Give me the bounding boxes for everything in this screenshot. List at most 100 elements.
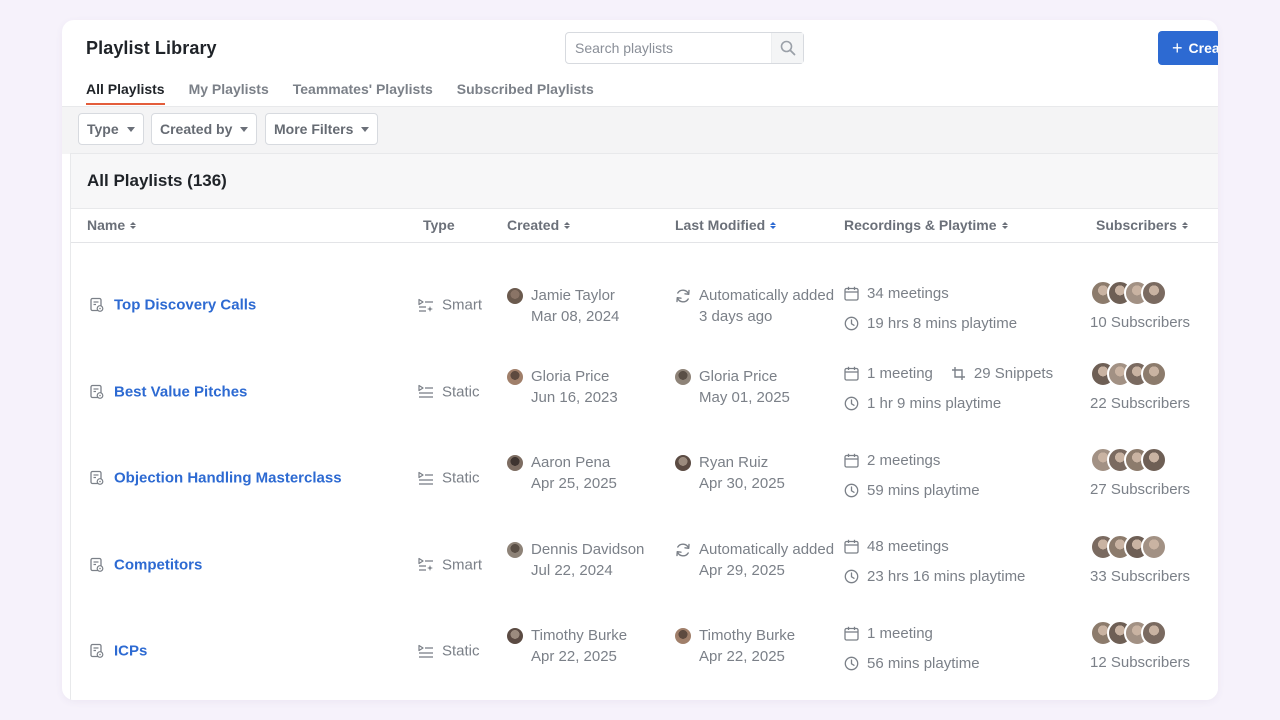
column-subscribers[interactable]: Subscribers	[1096, 217, 1188, 233]
playlist-type-label: Smart	[442, 296, 483, 314]
subscribers-count: 27 Subscribers	[1090, 481, 1191, 498]
type-filter-dropdown[interactable]: Type	[78, 113, 144, 145]
modified-date: 3 days ago	[699, 308, 773, 325]
subscriber-avatar-stack[interactable]	[1090, 360, 1190, 387]
column-last-modified-label: Last Modified	[675, 217, 766, 233]
subscriber-avatar-stack[interactable]	[1090, 533, 1190, 560]
clock-icon	[844, 316, 859, 331]
search-box[interactable]	[565, 32, 804, 64]
create-playlist-button[interactable]: + Crea	[1158, 31, 1218, 65]
playlist-name-cell: Best Value Pitches	[90, 383, 247, 400]
subscriber-avatar	[1141, 447, 1167, 473]
snippet-crop-icon	[951, 366, 966, 381]
subscriber-avatar-stack[interactable]	[1090, 280, 1190, 306]
search-input[interactable]	[566, 33, 771, 63]
column-recordings-playtime[interactable]: Recordings & Playtime	[844, 217, 1008, 233]
playlist-name-cell: Top Discovery Calls	[90, 297, 256, 314]
playlist-type-cell: Static	[418, 470, 480, 487]
modified-date: May 01, 2025	[699, 388, 790, 406]
modified-by: Automatically added	[699, 540, 835, 558]
column-name[interactable]: Name	[87, 217, 137, 233]
last-modified-cell: Gloria Price May 01, 2025	[675, 367, 790, 406]
created-cell: Aaron Pena Apr 25, 2025	[507, 455, 617, 492]
last-modified-cell: Timothy Burke Apr 22, 2025	[675, 628, 795, 665]
playtime: 23 hrs 16 mins playtime	[867, 568, 1026, 585]
table-row[interactable]: Top Discovery Calls Smart Jamie Taylor M…	[71, 262, 1218, 349]
tab-subscribed-playlists[interactable]: Subscribed Playlists	[457, 81, 594, 105]
playlist-name-cell: Objection Handling Masterclass	[90, 470, 342, 487]
playlist-type-cell: Smart	[418, 297, 482, 314]
created-date: Mar 08, 2024	[531, 308, 620, 325]
subscribers-cell: 27 Subscribers	[1090, 447, 1190, 498]
recordings-playtime-cell: 2 meetings 59 mins playtime	[844, 451, 980, 499]
column-subscribers-label: Subscribers	[1096, 217, 1177, 233]
avatar	[675, 368, 691, 385]
page-title: Playlist Library	[86, 38, 217, 58]
created-by-name: Aaron Pena	[531, 454, 611, 471]
modified-by: Gloria Price	[699, 367, 778, 385]
playlist-tabs: All Playlists My Playlists Teammates' Pl…	[86, 81, 594, 105]
playlist-name-link[interactable]: Objection Handling Masterclass	[114, 470, 342, 487]
subscribers-count: 33 Subscribers	[1090, 567, 1191, 585]
playlist-name-link[interactable]: ICPs	[114, 643, 147, 660]
column-type-label: Type	[423, 217, 455, 233]
tab-all-playlists[interactable]: All Playlists	[86, 81, 165, 105]
playlist-icon	[90, 644, 104, 659]
subscribers-cell: 22 Subscribers	[1090, 360, 1191, 412]
subscribers-cell: 12 Subscribers	[1090, 620, 1190, 671]
sort-icon	[1181, 221, 1188, 229]
created-cell: Gloria Price Jun 16, 2023	[507, 368, 618, 406]
created-by-filter-dropdown[interactable]: Created by	[151, 113, 258, 145]
avatar	[507, 541, 523, 558]
clock-icon	[844, 656, 859, 671]
recordings-playtime-cell: 1 meeting 29 Snippets 1 hr 9 mins playti…	[844, 365, 1053, 413]
playtime: 59 mins playtime	[867, 481, 980, 499]
avatar	[507, 288, 523, 304]
playlist-type-label: Smart	[442, 556, 483, 574]
avatar	[507, 455, 523, 471]
column-last-modified[interactable]: Last Modified	[675, 217, 777, 233]
avatar	[507, 628, 523, 644]
modified-date: Apr 29, 2025	[699, 561, 785, 579]
table-row[interactable]: Objection Handling Masterclass Static Aa…	[71, 435, 1218, 522]
created-date: Jul 22, 2024	[531, 561, 613, 579]
sort-icon	[130, 221, 137, 229]
subscribers-cell: 33 Subscribers	[1090, 533, 1191, 585]
caret-down-icon	[126, 126, 135, 132]
playlist-icon	[90, 384, 104, 399]
subscriber-avatar-stack[interactable]	[1090, 447, 1190, 473]
subscribers-count: 12 Subscribers	[1090, 654, 1191, 671]
playlist-name-link[interactable]: Top Discovery Calls	[114, 297, 256, 314]
playlist-type-label: Static	[442, 469, 480, 487]
subscribers-cell: 10 Subscribers	[1090, 280, 1190, 331]
playlists-panel: All Playlists (136) Name Type Created La…	[70, 153, 1218, 700]
meetings-count: 1 meeting	[867, 624, 933, 642]
subscriber-avatar-stack[interactable]	[1090, 620, 1190, 646]
tab-my-playlists[interactable]: My Playlists	[189, 81, 269, 105]
playlist-library-card: Playlist Library + Crea All Playlists My…	[62, 20, 1218, 700]
modified-by: Timothy Burke	[699, 627, 796, 644]
subscriber-avatar	[1141, 533, 1167, 560]
playlist-name-link[interactable]: Best Value Pitches	[114, 383, 247, 400]
tab-teammates-playlists[interactable]: Teammates' Playlists	[293, 81, 433, 105]
table-row[interactable]: Competitors Smart Dennis Davidson Jul 22…	[71, 522, 1218, 609]
table-row[interactable]: Best Value Pitches Static Gloria Price J…	[71, 349, 1218, 436]
search-icon[interactable]	[771, 33, 803, 63]
playlist-name-link[interactable]: Competitors	[114, 556, 202, 573]
more-filters-dropdown[interactable]: More Filters	[265, 113, 379, 145]
playlist-name-cell: Competitors	[90, 556, 202, 573]
table-row[interactable]: ICPs Static Timothy Burke Apr 22, 2025 T…	[71, 608, 1218, 695]
subscriber-avatar	[1141, 360, 1167, 387]
sync-icon	[675, 542, 691, 579]
column-created[interactable]: Created	[507, 217, 571, 233]
playtime: 56 mins playtime	[867, 654, 980, 672]
more-filters-label: More Filters	[274, 121, 354, 137]
avatar	[507, 368, 523, 385]
last-modified-cell: Automatically added 3 days ago	[675, 288, 834, 325]
subscriber-avatar	[1141, 280, 1167, 306]
caret-down-icon	[240, 126, 249, 132]
avatar	[675, 628, 691, 644]
subscribers-count: 22 Subscribers	[1090, 394, 1191, 412]
modified-date: Apr 30, 2025	[699, 475, 785, 492]
playlist-type-cell: Static	[418, 383, 480, 400]
